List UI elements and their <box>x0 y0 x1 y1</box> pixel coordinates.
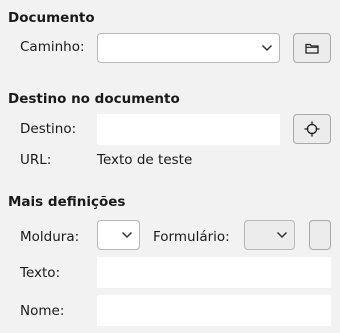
more-settings-section-title: Mais definições <box>8 194 126 210</box>
chevron-down-icon <box>121 231 133 239</box>
document-section-title: Documento <box>8 10 95 26</box>
path-label: Caminho: <box>20 39 85 55</box>
form-events-button[interactable] <box>309 220 331 250</box>
form-label: Formulário: <box>153 229 230 245</box>
target-field[interactable] <box>97 114 280 145</box>
target-in-document-button[interactable] <box>293 114 331 144</box>
url-value: Texto de teste <box>97 152 193 168</box>
chevron-down-icon <box>276 231 288 239</box>
text-field[interactable] <box>97 257 331 288</box>
target-label: Destino: <box>20 121 77 137</box>
url-label: URL: <box>20 152 52 168</box>
path-combobox[interactable] <box>97 33 280 63</box>
crosshair-icon <box>304 121 320 137</box>
target-section-title: Destino no documento <box>8 91 180 107</box>
form-combobox[interactable] <box>244 220 295 250</box>
open-file-button[interactable] <box>293 33 331 63</box>
name-field[interactable] <box>97 295 331 326</box>
chevron-down-icon <box>261 44 273 52</box>
text-label: Texto: <box>20 265 61 281</box>
name-label: Nome: <box>20 303 65 319</box>
folder-icon <box>305 43 319 54</box>
frame-label: Moldura: <box>20 229 80 245</box>
frame-combobox[interactable] <box>97 220 140 250</box>
